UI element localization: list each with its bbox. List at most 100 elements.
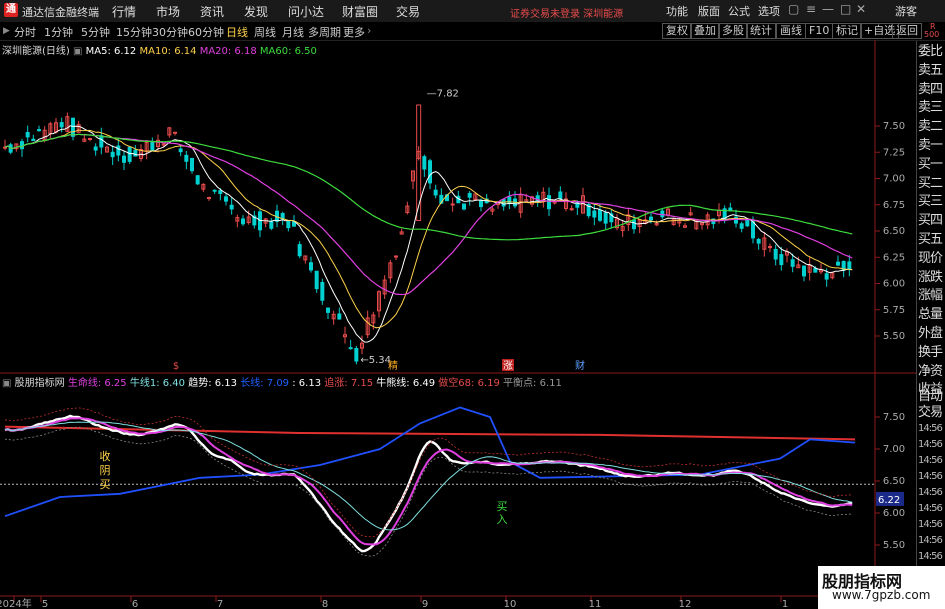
low-price-label: ←5.34 bbox=[360, 355, 391, 366]
kline-chart-area[interactable]: 7.50 7.25 7.00 6.75 6.50 6.25 6.00 5.75 5.50 7.50… bbox=[0, 40, 916, 609]
y-tick-label: 7.50 bbox=[883, 121, 905, 132]
f10-button[interactable]: F10 bbox=[805, 23, 834, 39]
candle-body bbox=[598, 209, 602, 221]
panel-r-value: 500 bbox=[924, 30, 940, 39]
buy-in-annotation: 买 bbox=[497, 500, 508, 513]
tick-time-10: 14:56 bbox=[918, 551, 943, 562]
indicator-bull-bear: 牛熊线: 6.49 bbox=[376, 378, 436, 389]
ind-y-tick-label: 7.50 bbox=[883, 412, 905, 423]
candle-body bbox=[467, 192, 472, 198]
restore-icon[interactable]: ▢ bbox=[788, 2, 799, 16]
candle-body bbox=[320, 282, 325, 301]
indicator-trend: 趋势: 6.13 bbox=[188, 378, 238, 389]
menu-news[interactable]: 资讯 bbox=[200, 3, 224, 20]
period-tab-more[interactable]: 更多 bbox=[343, 24, 365, 40]
period-tab-timeshare[interactable]: 分时 bbox=[14, 24, 36, 40]
candle-body bbox=[110, 151, 115, 158]
candle-body bbox=[37, 129, 41, 132]
period-tab-weekly[interactable]: 周线 bbox=[254, 24, 276, 40]
ma-toggle-icon[interactable]: ▣ bbox=[73, 46, 82, 57]
menu-layout[interactable]: 版面 bbox=[698, 3, 720, 19]
candle-body bbox=[150, 141, 155, 151]
indicator-name[interactable]: 股朋指标网 bbox=[15, 378, 65, 389]
candle-body bbox=[649, 216, 653, 221]
overlay-button[interactable]: 叠加 bbox=[690, 23, 720, 39]
buy-signal-annotation: 收 bbox=[100, 449, 111, 463]
back-button[interactable]: 返回 bbox=[892, 23, 922, 39]
menu-options[interactable]: 选项 bbox=[758, 3, 780, 19]
candle-body bbox=[450, 203, 455, 206]
period-tab-5min[interactable]: 5分钟 bbox=[81, 24, 110, 40]
multi-stock-button[interactable]: 多股 bbox=[718, 23, 748, 39]
candle-body bbox=[297, 244, 302, 257]
ind-y-tick-label: 7.00 bbox=[883, 444, 905, 455]
toolbar-arrow-icon[interactable]: ▶ bbox=[3, 26, 10, 36]
panel-item-8: 买三 bbox=[918, 194, 943, 210]
maximize-icon[interactable]: □ bbox=[840, 2, 851, 16]
close-icon[interactable]: ✕ bbox=[856, 2, 866, 16]
ind-y-tick-label: 5.50 bbox=[883, 540, 905, 551]
stock-name-label[interactable]: 深圳能源(日线) bbox=[2, 46, 70, 57]
panel-item-17: 净资 bbox=[918, 363, 943, 379]
draw-button[interactable]: 画线 bbox=[776, 23, 806, 39]
period-tab-30min[interactable]: 30分钟 bbox=[152, 24, 188, 40]
candle-body bbox=[207, 197, 211, 200]
candle-body bbox=[195, 175, 200, 185]
candle-body bbox=[309, 262, 313, 271]
menu-icon[interactable]: ≡ bbox=[806, 2, 816, 16]
candle-body bbox=[133, 149, 138, 157]
candle-body bbox=[428, 160, 432, 184]
y-tick-label: 6.00 bbox=[883, 279, 905, 290]
x-tick-label: 5 bbox=[42, 599, 48, 609]
menu-discover[interactable]: 发现 bbox=[244, 3, 268, 20]
menu-function[interactable]: 功能 bbox=[666, 3, 688, 19]
candle-body bbox=[286, 220, 291, 229]
indicator-life-line: 生命线: 6.25 bbox=[67, 378, 127, 389]
period-tab-60min[interactable]: 60分钟 bbox=[188, 24, 224, 40]
candle-body bbox=[20, 141, 24, 150]
menu-wealth[interactable]: 财富圈 bbox=[342, 3, 378, 20]
buy-signal-annotation: 买 bbox=[100, 478, 111, 491]
mark-button[interactable]: 标记 bbox=[832, 23, 862, 39]
candle-body bbox=[479, 199, 483, 208]
menu-formula[interactable]: 公式 bbox=[728, 3, 750, 19]
period-tab-daily[interactable]: 日线 bbox=[226, 24, 248, 40]
current-value: 6.22 bbox=[878, 495, 900, 506]
stats-button[interactable]: 统计 bbox=[746, 23, 776, 39]
app-logo-icon: 通 bbox=[4, 3, 18, 17]
candle-body bbox=[31, 138, 36, 142]
app-name: 通达信金融终端 bbox=[22, 6, 99, 19]
menu-market[interactable]: 市场 bbox=[156, 3, 180, 20]
period-tab-monthly[interactable]: 月线 bbox=[282, 24, 304, 40]
ma20-label: MA20: 6.18 bbox=[199, 46, 257, 57]
y-tick-label: 6.50 bbox=[883, 226, 905, 237]
candle-body bbox=[212, 189, 217, 192]
period-tab-multi[interactable]: 多周期 bbox=[308, 24, 341, 40]
candle-body bbox=[218, 190, 223, 195]
candle-body bbox=[354, 347, 359, 362]
indicator-legend: ▣ 股朋指标网 生命线: 6.25 牛线1: 6.40 趋势: 6.13 长线:… bbox=[2, 374, 562, 389]
candle-body bbox=[660, 210, 665, 218]
buy-in-annotation: 入 bbox=[497, 513, 508, 526]
indicator-unnamed: : 6.13 bbox=[292, 378, 322, 389]
adjust-button[interactable]: 复权 bbox=[662, 23, 692, 39]
candle-body bbox=[751, 221, 755, 239]
indicator-toggle-icon[interactable]: ▣ bbox=[2, 378, 11, 389]
more-chevron-icon[interactable]: › bbox=[367, 24, 371, 37]
menu-trade[interactable]: 交易 bbox=[396, 3, 420, 20]
period-tab-1min[interactable]: 1分钟 bbox=[44, 24, 73, 40]
candle-body bbox=[592, 210, 597, 218]
panel-item-7: 买二 bbox=[918, 175, 943, 191]
visitor-label[interactable]: 游客 bbox=[895, 3, 917, 19]
candle-body bbox=[824, 273, 829, 280]
candle-body bbox=[229, 204, 234, 210]
candle-body bbox=[190, 158, 194, 172]
indicator-short: 做空68: 6.19 bbox=[438, 378, 500, 389]
candle-body bbox=[790, 259, 795, 267]
minimize-icon[interactable]: — bbox=[822, 2, 834, 16]
x-tick-label: 12 bbox=[679, 599, 692, 609]
menu-quotes[interactable]: 行情 bbox=[112, 3, 136, 20]
candle-body bbox=[802, 265, 806, 277]
period-tab-15min[interactable]: 15分钟 bbox=[116, 24, 152, 40]
menu-ask[interactable]: 问小达 bbox=[288, 3, 324, 20]
